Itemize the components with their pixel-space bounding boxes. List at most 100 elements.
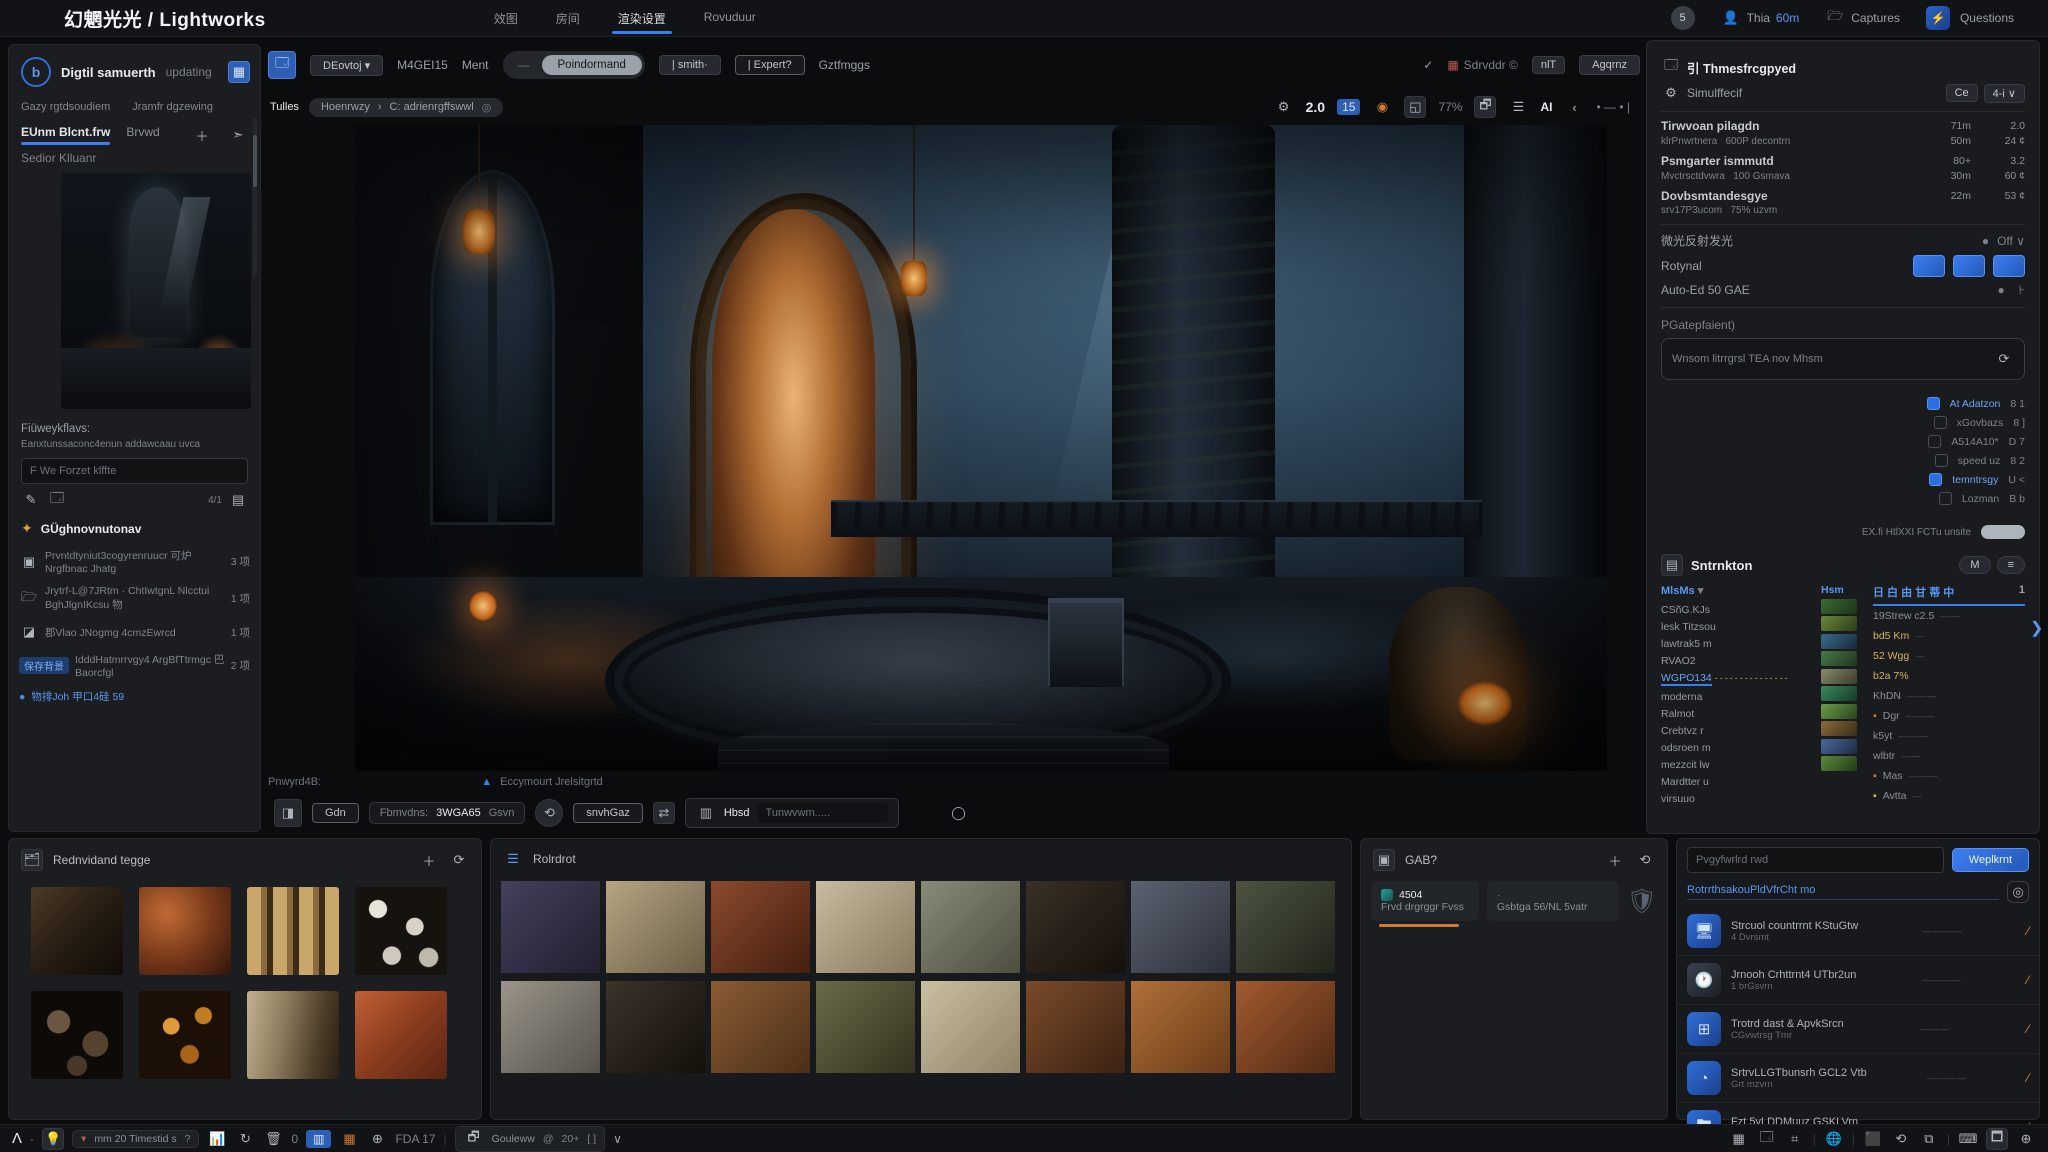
texture-tile[interactable] <box>355 991 447 1079</box>
layer-row[interactable]: odsroen m <box>1661 739 1811 756</box>
gouleww-group[interactable]: 🗗 Gouleww @ 20+ [ ] <box>455 1126 605 1152</box>
layer-thumb[interactable] <box>1821 704 1857 719</box>
layer-row[interactable]: Mardtter u <box>1661 773 1811 790</box>
chevron-left-icon[interactable]: ‹ <box>1564 97 1584 117</box>
stamp-icon[interactable]: 🗔 <box>47 490 67 510</box>
checkbox-on-icon[interactable] <box>1927 397 1940 410</box>
layer-thumb[interactable] <box>1821 686 1857 701</box>
layer-thumb[interactable] <box>1821 721 1857 736</box>
sdrvddr-toggle[interactable]: ▦ Sdrvddr © <box>1447 58 1518 72</box>
menu-item-3-active[interactable]: 渲染设置 <box>616 1 668 36</box>
orange-grid-icon[interactable]: ▦ <box>339 1129 359 1149</box>
texture-tile[interactable] <box>247 991 339 1079</box>
left-subtab-2[interactable]: Jramfr dgzewing <box>132 101 213 113</box>
left-subtab-1[interactable]: Gazy rgtdsoudiem <box>21 101 110 113</box>
material-tile[interactable] <box>816 981 915 1073</box>
layer-thumb[interactable] <box>1821 739 1857 754</box>
prop-value[interactable]: 80+ <box>1919 155 1971 167</box>
layer-thumb[interactable] <box>1821 599 1857 614</box>
refresh-icon[interactable]: ⟲ <box>535 799 563 827</box>
m-button[interactable]: M <box>1959 556 1990 574</box>
snvhgaz-button[interactable]: snvhGaz <box>573 803 642 823</box>
material-tile[interactable] <box>501 981 600 1073</box>
expand-chevron-icon[interactable]: ∨ <box>613 1132 622 1146</box>
preset-card[interactable]: · Gsbtga 56/NL 5vatr <box>1487 881 1619 921</box>
prop-value[interactable]: 71m <box>1919 120 1971 132</box>
material-tile[interactable] <box>1236 881 1335 973</box>
left-scrollbar[interactable] <box>253 117 257 277</box>
detail-row[interactable]: k5yt——— <box>1873 726 2025 746</box>
texture-tile[interactable] <box>139 887 231 975</box>
texture-tile[interactable] <box>31 991 123 1079</box>
material-tile[interactable] <box>711 881 810 973</box>
swap-icon[interactable]: ⇄ <box>653 802 675 824</box>
bars-icon[interactable]: 📊 <box>207 1129 227 1149</box>
desktop-dropdown[interactable]: DEovtoj ▾ <box>310 55 383 76</box>
segment-active[interactable]: Poindormand <box>542 55 642 75</box>
layer-row[interactable]: RVAO2 <box>1661 652 1811 669</box>
material-tile[interactable] <box>1131 881 1230 973</box>
circle-icon[interactable]: ◯ <box>949 803 969 823</box>
gear-icon[interactable]: ⚙ <box>1274 97 1294 117</box>
display-icon[interactable]: 🗔 <box>1757 1129 1777 1149</box>
dot-icon[interactable]: ● <box>1998 283 2005 297</box>
fbm-group[interactable]: Fbmvdns: 3WGA65 Gsvn <box>369 802 526 824</box>
menu-item-4[interactable]: Rovuduur <box>702 1 758 36</box>
segment-off[interactable]: — <box>506 54 542 76</box>
column-glyph-icons[interactable]: 日 白 由 甘 蒂 中 <box>1873 584 1954 600</box>
layer-thumb[interactable] <box>1821 634 1857 649</box>
refresh-small-icon[interactable]: ⟳ <box>1994 349 2014 369</box>
option-row[interactable]: speed uz8 2 <box>1661 451 2025 470</box>
swatch-button-1[interactable] <box>1913 255 1945 277</box>
prop-value[interactable]: 3.2 <box>1979 155 2025 167</box>
questions-button[interactable]: ⚡ Questions <box>1926 6 2014 30</box>
checkbox-icon[interactable] <box>1928 435 1941 448</box>
material-tile[interactable] <box>1026 881 1125 973</box>
ment-menu[interactable]: Ment <box>462 58 489 72</box>
layer-row[interactable]: CSñG.KJs <box>1661 601 1811 618</box>
timeline-group[interactable]: ▾ mm 20 Timestid s ? <box>72 1130 199 1148</box>
active-tool-icon[interactable]: ▥ <box>306 1130 331 1148</box>
pen-icon[interactable]: ✎ <box>21 490 41 510</box>
layer-row[interactable]: lesk Titzsou <box>1661 618 1811 635</box>
layer-thumb[interactable] <box>1821 756 1857 771</box>
preset-card-active[interactable]: 4504 Frvd drgrggr Fvss <box>1371 881 1479 921</box>
scene-thumbnail[interactable] <box>61 173 251 409</box>
glow-value[interactable]: Off ∨ <box>1997 234 2025 248</box>
add-icon[interactable]: ＋ <box>192 125 212 145</box>
texture-tile[interactable] <box>139 991 231 1079</box>
layer-thumb[interactable] <box>1821 616 1857 631</box>
layer-thumb[interactable] <box>1821 669 1857 684</box>
breadcrumb-current[interactable]: C: adrienrgffswwl <box>390 101 474 113</box>
gdn-button[interactable]: Gdn <box>312 803 359 823</box>
option-row[interactable]: A514A10*D 7 <box>1661 432 2025 451</box>
add-preset-icon[interactable]: ＋ <box>1605 850 1625 870</box>
texture-tile[interactable] <box>31 887 123 975</box>
menu-item-2[interactable]: 房间 <box>554 1 582 36</box>
detail-row[interactable]: KhDN——— <box>1873 686 2025 706</box>
results-link[interactable]: RotrrthsakouPldVfrCht mo <box>1687 884 1999 900</box>
slider-handle[interactable] <box>1981 525 2025 539</box>
layer-row-selected[interactable]: WGPO134 --------------- <box>1661 669 1811 688</box>
toggle-dot-icon[interactable]: ● <box>1982 234 1989 248</box>
viewport-tab[interactable]: Tulles <box>270 101 299 113</box>
layer-row[interactable]: moderna <box>1661 688 1811 705</box>
list-item[interactable]: ▣ Prvntdtyniut3cogyrenruucr 可炉 Nrgfbnac … <box>19 543 250 580</box>
layout-icon[interactable]: ◱ <box>1404 96 1426 118</box>
status-chip[interactable]: 👤 Thia 60m <box>1721 8 1800 28</box>
undo-icon[interactable]: ⟲ <box>1891 1129 1911 1149</box>
add-texture-icon[interactable]: ＋ <box>419 850 439 870</box>
checkbox-on-icon[interactable] <box>1929 473 1942 486</box>
filter-icon[interactable]: ◎ <box>2007 881 2029 903</box>
detail-row[interactable]: ▪Mas——— <box>1873 766 2025 786</box>
material-tile[interactable] <box>606 981 705 1073</box>
breadcrumb[interactable]: Hoenrwzy › C: adrienrgffswwl ◎ <box>309 98 503 117</box>
nlt-button[interactable]: nlT <box>1532 56 1565 74</box>
detail-row[interactable]: wlbtr—— <box>1873 746 2025 766</box>
prop-value[interactable]: 24 ¢ <box>1979 135 2025 147</box>
taskbar-logo[interactable]: Λ <box>12 1130 22 1147</box>
hash-icon[interactable]: ⌗ <box>1785 1129 1805 1149</box>
send-icon[interactable]: ➣ <box>228 125 248 145</box>
mode-dropdown[interactable]: 4-i ∨ <box>1984 84 2025 103</box>
list-item[interactable]: ◪ 郡Vlao JNogmg 4cmzEwrcd 1 项 <box>19 617 250 647</box>
